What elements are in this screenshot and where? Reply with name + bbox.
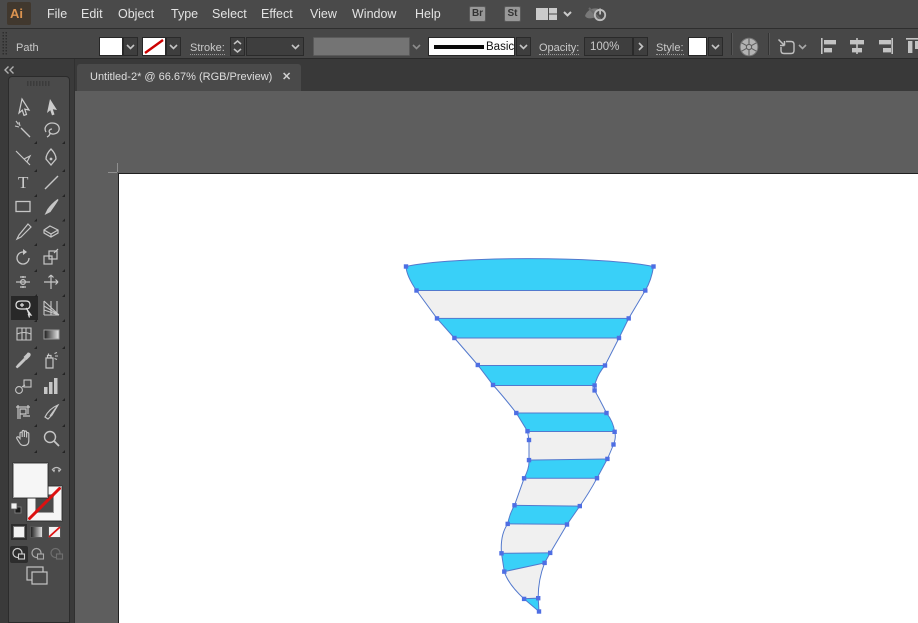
svg-text:T: T (18, 173, 29, 192)
